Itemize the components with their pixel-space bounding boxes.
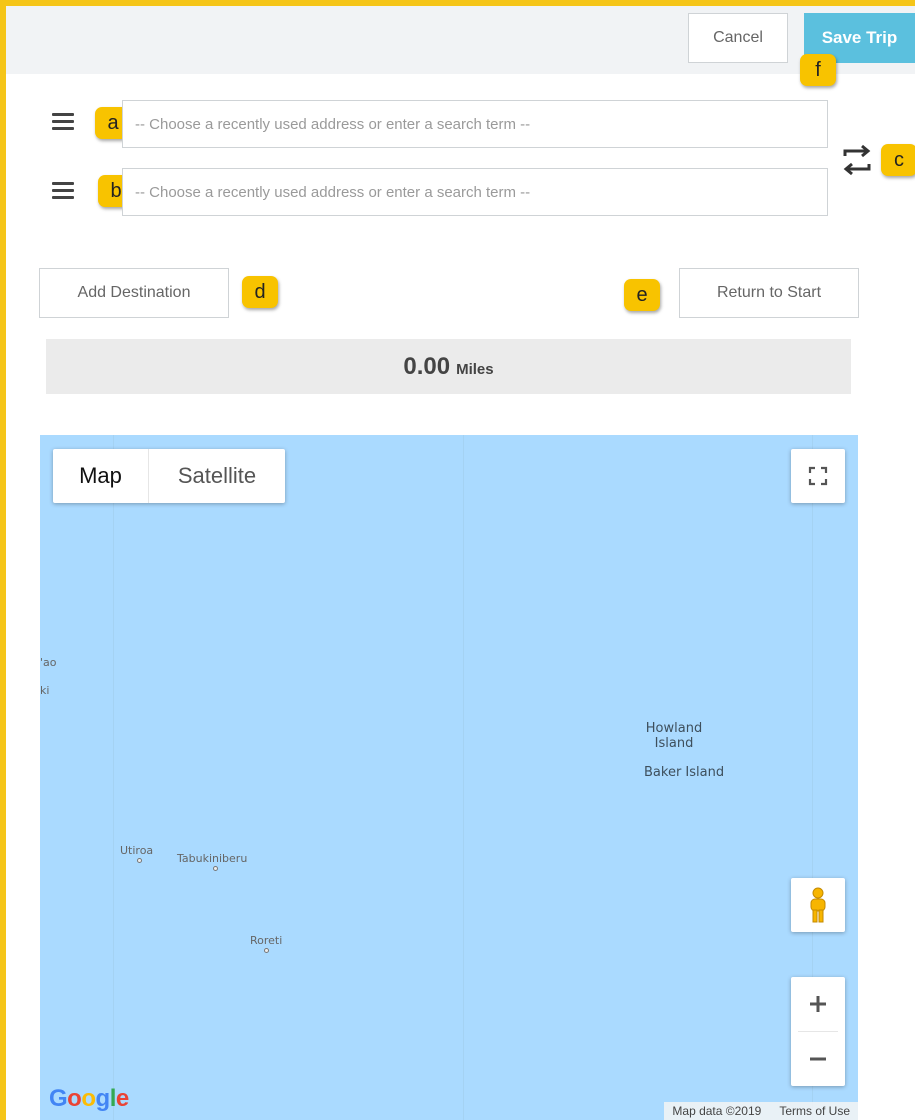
street-view-button[interactable] — [791, 878, 845, 932]
google-logo[interactable]: Google — [49, 1085, 129, 1113]
swap-icon[interactable] — [841, 143, 873, 177]
map-place-marker — [137, 858, 142, 863]
map-data-credit: Map data ©2019 — [672, 1104, 762, 1118]
minus-icon — [810, 1057, 826, 1061]
fullscreen-button[interactable] — [791, 449, 845, 503]
zoom-control — [791, 977, 845, 1086]
map-place-label-baker: Baker Island — [644, 765, 725, 780]
map-place-label-utiroa: Utiroa — [120, 844, 154, 857]
plus-icon — [810, 996, 826, 1012]
distance-display: 0.00 Miles — [46, 339, 851, 394]
map-grid-line — [463, 435, 464, 1120]
map-view[interactable]: Map Satellite 'ao ki Howland Island Bake… — [40, 435, 858, 1120]
cancel-button[interactable]: Cancel — [688, 13, 788, 63]
map-place-label: ki — [40, 684, 50, 697]
drag-handle-icon[interactable] — [52, 113, 74, 131]
map-place-label-howland: Howland Island — [645, 721, 703, 751]
badge-f: f — [800, 54, 836, 86]
map-type-satellite-tab[interactable]: Satellite — [148, 449, 285, 503]
map-place-marker — [264, 948, 269, 953]
map-attribution: Map data ©2019 Terms of Use — [664, 1102, 858, 1120]
return-to-start-button[interactable]: Return to Start — [679, 268, 859, 318]
fullscreen-icon — [808, 466, 828, 486]
badge-c: c — [881, 144, 915, 176]
badge-d: d — [242, 276, 278, 308]
terms-of-use-link[interactable]: Terms of Use — [779, 1104, 850, 1118]
map-type-map-tab[interactable]: Map — [53, 449, 148, 503]
pegman-icon — [810, 887, 826, 923]
map-type-control: Map Satellite — [53, 449, 285, 503]
start-address-input[interactable] — [122, 100, 828, 148]
add-destination-button[interactable]: Add Destination — [39, 268, 229, 318]
distance-value: 0.00 — [403, 352, 451, 380]
drag-handle-icon[interactable] — [52, 182, 74, 200]
destination-address-input[interactable] — [122, 168, 828, 216]
badge-e: e — [624, 279, 660, 311]
map-place-label-roreti: Roreti — [250, 934, 283, 947]
zoom-out-button[interactable] — [791, 1032, 845, 1086]
map-place-label: 'ao — [40, 656, 57, 669]
zoom-in-button[interactable] — [791, 977, 845, 1031]
map-grid-line — [113, 435, 114, 1120]
map-place-marker — [213, 866, 218, 871]
map-place-label-tabukiniberu: Tabukiniberu — [177, 852, 248, 865]
distance-unit: Miles — [456, 361, 494, 378]
